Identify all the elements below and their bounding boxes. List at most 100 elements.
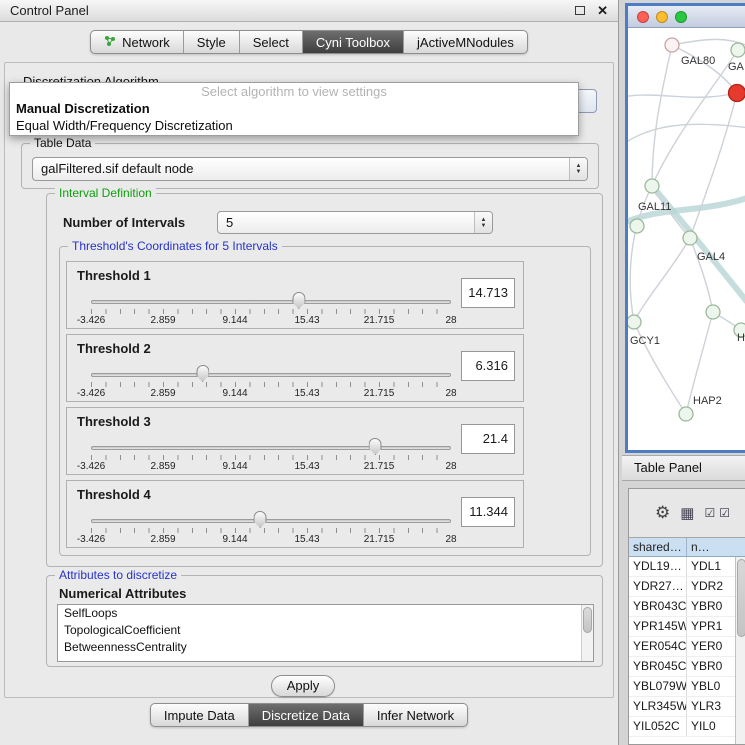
tick-label: 15.43 xyxy=(294,461,319,472)
thresholds-group: Threshold's Coordinates for 5 Intervals … xyxy=(59,246,591,556)
slider-thumb[interactable] xyxy=(196,365,209,382)
network-node[interactable] xyxy=(628,315,641,329)
network-node[interactable] xyxy=(645,179,659,193)
tab-network[interactable]: Network xyxy=(91,31,184,53)
slider-thumb[interactable] xyxy=(254,511,267,528)
traffic-zoom[interactable] xyxy=(675,11,687,23)
combo-stepper-icon: ▲▼ xyxy=(474,212,492,233)
node-label: GAL11 xyxy=(638,201,671,213)
tick-label: 15.43 xyxy=(294,388,319,399)
float-window-icon[interactable] xyxy=(575,6,585,15)
tick-labels: -3.4262.8599.14415.4321.71528 xyxy=(91,388,451,400)
network-node[interactable] xyxy=(665,38,679,52)
table-row[interactable]: YDR27…YDR2 xyxy=(629,577,745,597)
network-node[interactable] xyxy=(729,85,745,102)
threshold-label: Threshold 2 xyxy=(77,341,151,356)
gear-icon[interactable]: ⚙ xyxy=(655,503,670,523)
threshold-label: Threshold 1 xyxy=(77,268,151,283)
control-panel-window: Control Panel ✕ Network Style Select Cyn… xyxy=(0,0,619,745)
column-header-name[interactable]: n… xyxy=(687,538,745,556)
tick-label: 2.859 xyxy=(150,534,175,545)
dropdown-item-equal-width-frequency[interactable]: Equal Width/Frequency Discretization xyxy=(10,117,578,134)
threshold-value-field[interactable]: 14.713 xyxy=(461,278,515,308)
network-node[interactable] xyxy=(683,231,697,245)
scrollbar-thumb[interactable] xyxy=(737,559,745,637)
select-all-checkbox-icon[interactable]: ☑ xyxy=(704,506,715,520)
node-label: GAL80 xyxy=(681,55,715,67)
slider-track[interactable] xyxy=(91,519,451,523)
tick-label: 21.715 xyxy=(364,388,395,399)
table-row[interactable]: YLR345WYLR3 xyxy=(629,697,745,717)
tab-jactivemnodules[interactable]: jActiveMNodules xyxy=(404,31,527,53)
table-row[interactable]: YDL19…YDL1 xyxy=(629,557,745,577)
table-scrollbar[interactable] xyxy=(735,557,745,744)
slider-thumb[interactable] xyxy=(369,438,382,455)
tab-infer-network[interactable]: Infer Network xyxy=(364,704,467,726)
slider-track[interactable] xyxy=(91,300,451,304)
interval-definition-title: Interval Definition xyxy=(55,186,156,200)
threshold-value-field[interactable]: 11.344 xyxy=(461,497,515,527)
threshold-value-field[interactable]: 21.4 xyxy=(461,424,515,454)
table-row[interactable]: YBR043CYBR0 xyxy=(629,597,745,617)
network-canvas[interactable]: GAL80GAGAL11GAL4GCY1HHAP2 xyxy=(628,28,745,450)
table-row[interactable]: YIL052CYIL0 xyxy=(629,717,745,737)
list-item[interactable]: SelfLoops xyxy=(58,605,593,622)
tab-label: Select xyxy=(253,35,289,50)
dropdown-item-manual-discretization[interactable]: Manual Discretization xyxy=(10,100,578,117)
tab-impute-data[interactable]: Impute Data xyxy=(151,704,249,726)
tab-select[interactable]: Select xyxy=(240,31,303,53)
close-icon[interactable]: ✕ xyxy=(597,4,608,17)
apply-button[interactable]: Apply xyxy=(271,675,335,697)
tab-discretize-data[interactable]: Discretize Data xyxy=(249,704,364,726)
slider-ticks xyxy=(91,309,451,314)
tab-cyni-toolbox[interactable]: Cyni Toolbox xyxy=(303,31,404,53)
threshold-slider: -3.4262.8599.14415.4321.71528 xyxy=(91,511,451,547)
network-node[interactable] xyxy=(679,407,693,421)
columns-icon[interactable]: ▦ xyxy=(680,504,694,522)
select-none-checkbox-icon[interactable]: ☑ xyxy=(719,506,730,520)
traffic-minimize[interactable] xyxy=(656,11,668,23)
cyni-toolbox-panel: Discretization Algorithm Select algorith… xyxy=(4,62,614,698)
node-label: HAP2 xyxy=(693,395,722,407)
threshold-panel-1: Threshold 1 -3.4262.8599.14415.4321.7152… xyxy=(66,261,524,329)
table-data-select[interactable]: galFiltered.sif default node ▲▼ xyxy=(32,157,588,181)
threshold-value-field[interactable]: 6.316 xyxy=(461,351,515,381)
tab-label: Infer Network xyxy=(377,708,454,723)
table-cell: YER054C xyxy=(629,637,687,656)
table-cell: YPR145W xyxy=(629,617,687,636)
node-label: GCY1 xyxy=(630,335,660,347)
network-tab-icon xyxy=(104,35,116,50)
list-scrollbar[interactable] xyxy=(581,605,593,661)
network-node[interactable] xyxy=(630,219,644,233)
scrollbar-thumb[interactable] xyxy=(583,607,592,633)
combo-stepper-icon: ▲▼ xyxy=(569,158,587,180)
tick-label: -3.426 xyxy=(77,461,105,472)
tab-style[interactable]: Style xyxy=(184,31,240,53)
tick-label: 28 xyxy=(445,315,456,326)
slider-track[interactable] xyxy=(91,446,451,450)
slider-track[interactable] xyxy=(91,373,451,377)
network-node[interactable] xyxy=(731,43,745,57)
table-row[interactable]: YBL079WYBL0 xyxy=(629,677,745,697)
list-item[interactable]: BetweennessCentrality xyxy=(58,639,593,656)
table-cell: YLR345W xyxy=(629,697,687,716)
column-header-shared-name[interactable]: shared… xyxy=(629,538,687,556)
threshold-label: Threshold 4 xyxy=(77,487,151,502)
tick-label: 9.144 xyxy=(222,388,247,399)
table-row[interactable]: YER054CYER0 xyxy=(629,637,745,657)
list-item[interactable]: TopologicalCoefficient xyxy=(58,622,593,639)
traffic-close[interactable] xyxy=(637,11,649,23)
tick-label: 21.715 xyxy=(364,461,395,472)
tick-labels: -3.4262.8599.14415.4321.71528 xyxy=(91,534,451,546)
table-row[interactable]: YBR045CYBR0 xyxy=(629,657,745,677)
numerical-attributes-list[interactable]: SelfLoopsTopologicalCoefficientBetweenne… xyxy=(57,604,594,662)
network-node[interactable] xyxy=(706,305,720,319)
attributes-group: Attributes to discretize Numerical Attri… xyxy=(46,575,603,667)
tab-label: Cyni Toolbox xyxy=(316,35,390,50)
tick-label: 2.859 xyxy=(150,388,175,399)
tick-label: 9.144 xyxy=(222,315,247,326)
tick-label: 2.859 xyxy=(150,315,175,326)
number-of-intervals-select[interactable]: 5 ▲▼ xyxy=(217,211,493,234)
slider-thumb[interactable] xyxy=(292,292,305,309)
table-row[interactable]: YPR145WYPR1 xyxy=(629,617,745,637)
